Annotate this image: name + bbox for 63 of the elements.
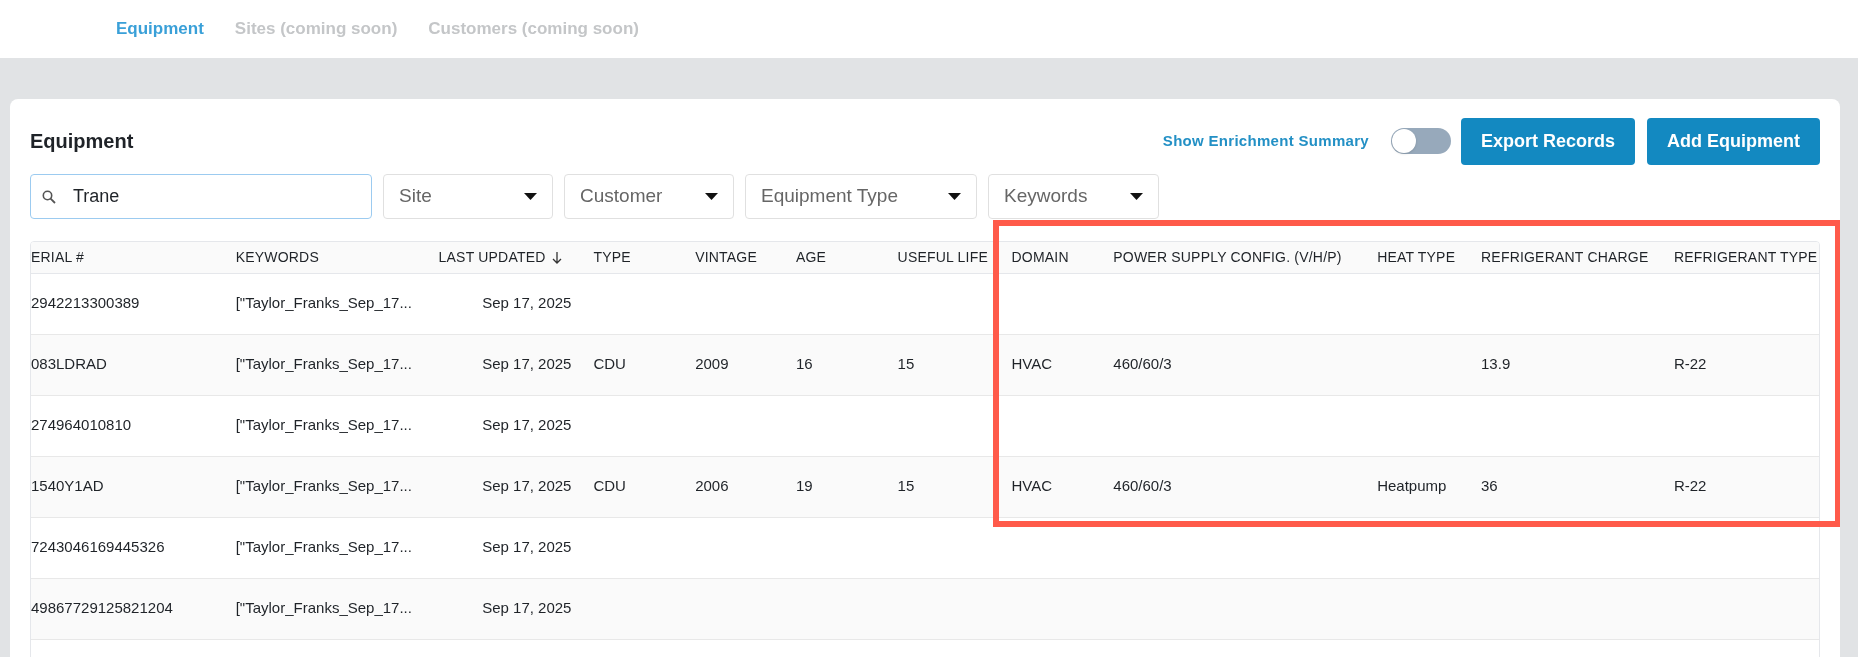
table-cell: 15 [897, 477, 915, 495]
table-cell: 2006 [695, 477, 729, 495]
table-cell: CDU [593, 355, 626, 373]
filter-dropdown[interactable]: Keywords [988, 174, 1159, 219]
table-cell: ["Taylor_Franks_Sep_17... [235, 538, 412, 556]
toggle-label: Show Enrichment Summary [1162, 130, 1369, 151]
table-cell: 460/60/3 [1113, 355, 1172, 373]
table-cell: R-22 [1673, 355, 1707, 373]
caret-icon [705, 193, 718, 200]
table-cell: Sep 17, 2025 [482, 416, 572, 434]
table-cell: ["Taylor_Franks_Sep_17... [235, 599, 412, 617]
table-cell: R-22 [1673, 477, 1707, 495]
table-cell: 1540Y1AD [31, 477, 104, 495]
table-cell: 16 [795, 355, 813, 373]
table-cell: ["Taylor_Franks_Sep_17... [235, 477, 412, 495]
table-cell: CDU [593, 477, 626, 495]
table-cell: 274964010810 [31, 416, 132, 434]
table-cell: HVAC [1011, 477, 1053, 495]
table-cell: Sep 17, 2025 [482, 294, 572, 312]
table-cell: Sep 17, 2025 [482, 538, 572, 556]
search-field[interactable]: Trane [30, 174, 372, 219]
toggle-switch[interactable] [1390, 128, 1451, 154]
table-cell: Sep 17, 2025 [482, 477, 572, 495]
table-cell: 2942213300389 [31, 294, 140, 312]
table-cell: ["Taylor_Franks_Sep_17... [235, 294, 412, 312]
column-header[interactable]: VINTAGE [687, 247, 757, 269]
export-button[interactable]: Export Records [1460, 117, 1635, 165]
table-cell: 2009 [695, 355, 729, 373]
table-cell: Sep 17, 2025 [482, 599, 572, 617]
column-header[interactable]: REFRIGERANT TYPE [1665, 247, 1818, 269]
caret-icon [524, 193, 537, 200]
column-header[interactable]: AGE [787, 247, 827, 269]
table-cell: Heatpump [1377, 477, 1447, 495]
table-cell: 19 [795, 477, 813, 495]
table-cell: 15 [897, 355, 915, 373]
column-header[interactable]: REFRIGERANT CHARGE [1473, 247, 1649, 269]
column-header[interactable]: POWER SUPPLY CONFIG. (V/H/P) [1105, 247, 1342, 269]
filter-dropdown[interactable]: Customer [564, 174, 734, 219]
table-cell: 13.9 [1481, 355, 1511, 373]
column-header[interactable]: ERIAL # [31, 247, 85, 269]
column-header[interactable]: USEFUL LIFE [889, 247, 988, 269]
table-cell: 49867729125821204 [31, 599, 173, 617]
table-cell: ["Taylor_Franks_Sep_17... [235, 416, 412, 434]
page-title: Equipment [30, 129, 134, 154]
caret-icon [948, 193, 961, 200]
column-header[interactable]: HEAT TYPE [1369, 247, 1456, 269]
table-cell: 7243046169445326 [31, 538, 165, 556]
table-cell: 36 [1481, 477, 1498, 495]
table-cell: Sep 17, 2025 [482, 355, 572, 373]
filter-dropdown[interactable]: Equipment Type [745, 174, 977, 219]
table-cell: ["Taylor_Franks_Sep_17... [235, 355, 412, 373]
column-header[interactable]: DOMAIN [1003, 247, 1069, 269]
search-icon [42, 190, 56, 204]
column-header[interactable]: TYPE [585, 247, 631, 269]
filter-dropdown[interactable]: Site [383, 174, 553, 219]
sort-down-icon [551, 251, 562, 264]
table-cell: 083LDRAD [31, 355, 107, 373]
add-button[interactable]: Add Equipment [1647, 117, 1820, 165]
column-header[interactable]: KEYWORDS [227, 247, 319, 269]
column-header[interactable]: LAST UPDATED [430, 247, 562, 269]
table-cell: 460/60/3 [1113, 477, 1172, 495]
caret-icon [1130, 193, 1143, 200]
table-cell: HVAC [1011, 355, 1053, 373]
